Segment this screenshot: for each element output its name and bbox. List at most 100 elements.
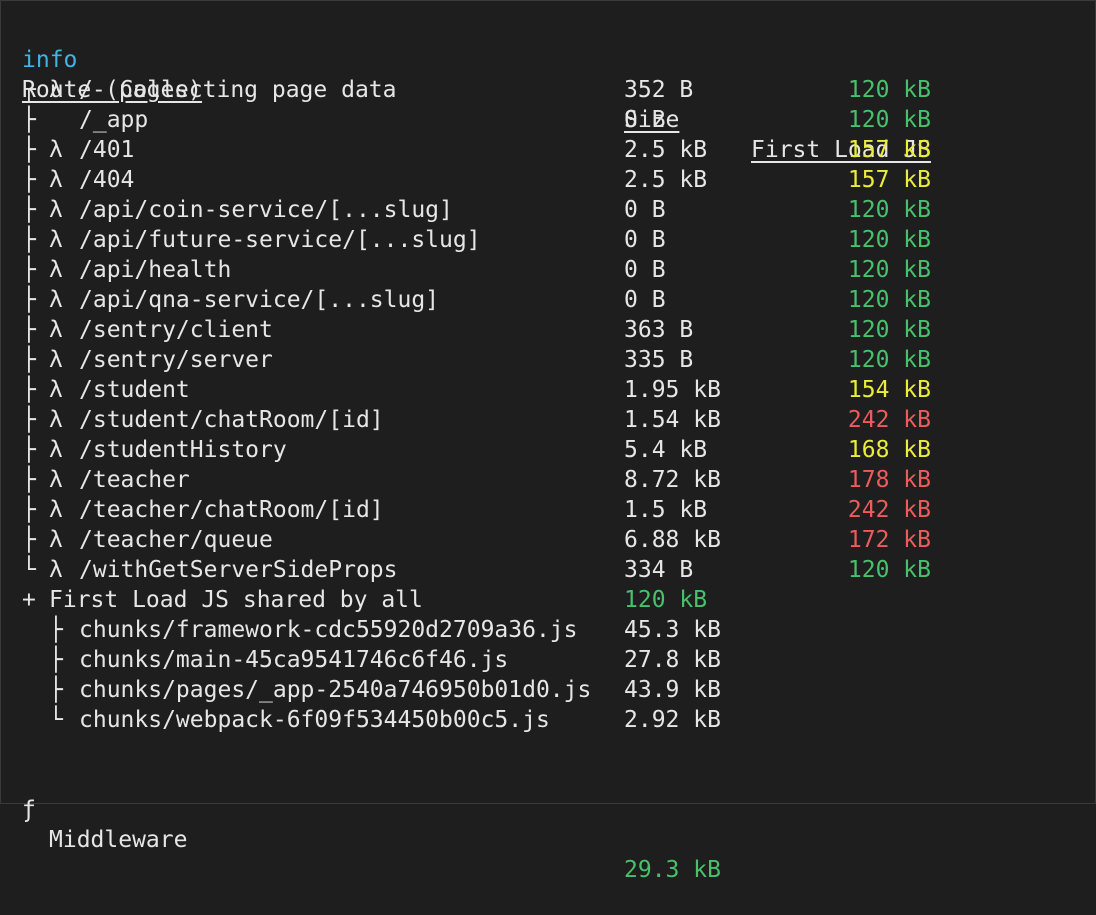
route-path: /api/qna-service/[...slug] bbox=[79, 287, 440, 313]
route-path: /sentry/server bbox=[79, 347, 273, 373]
status-line: info - Collecting page data bbox=[1, 15, 1096, 103]
chunk-row: ├ chunks/pages/_app-2540a746950b01d0.js 43… bbox=[1, 675, 1096, 705]
route-path: /api/coin-service/[...slug] bbox=[79, 197, 453, 223]
route-path: /teacher/chatRoom/[id] bbox=[79, 497, 384, 523]
tree-branch: └ bbox=[49, 707, 63, 733]
route-first-load: 242 kB bbox=[847, 497, 931, 523]
lambda-icon: λ bbox=[49, 197, 63, 223]
tree-branch: ├ bbox=[22, 287, 36, 313]
plus-icon: + bbox=[22, 587, 36, 613]
route-first-load: 242 kB bbox=[847, 407, 931, 433]
route-size: 0 B bbox=[624, 287, 666, 313]
route-row: ├ λ/student 1.95 kB 154 kB bbox=[1, 375, 1096, 405]
route-size: 0 B bbox=[624, 227, 666, 253]
function-icon: ƒ bbox=[22, 797, 36, 823]
tree-branch: ├ bbox=[22, 437, 36, 463]
chunk-size: 43.9 kB bbox=[624, 677, 721, 703]
lambda-icon: λ bbox=[49, 557, 63, 583]
route-row: ├ λ/sentry/server 335 B 120 kB bbox=[1, 345, 1096, 375]
lambda-icon: λ bbox=[49, 467, 63, 493]
route-row: ├ λ/teacher/chatRoom/[id] 1.5 kB 242 kB bbox=[1, 495, 1096, 525]
tree-branch: ├ bbox=[22, 167, 36, 193]
lambda-icon: λ bbox=[49, 317, 63, 343]
route-row: ├ λ/studentHistory 5.4 kB 168 kB bbox=[1, 435, 1096, 465]
route-row: ├ λ/api/future-service/[...slug] 0 B 120 kB bbox=[1, 225, 1096, 255]
lambda-icon: λ bbox=[49, 497, 63, 523]
route-first-load: 154 kB bbox=[847, 377, 931, 403]
chunk-size: 45.3 kB bbox=[624, 617, 721, 643]
lambda-icon: λ bbox=[49, 407, 63, 433]
chunk-name: chunks/main-45ca9541746c6f46.js bbox=[79, 647, 509, 673]
lambda-icon: λ bbox=[49, 437, 63, 463]
route-path: /withGetServerSideProps bbox=[79, 557, 398, 583]
route-size: 5.4 kB bbox=[624, 437, 708, 463]
chunk-name: chunks/framework-cdc55920d2709a36.js bbox=[79, 617, 578, 643]
lambda-icon: λ bbox=[49, 227, 63, 253]
tree-branch: ├ bbox=[22, 227, 36, 253]
route-size: 335 B bbox=[624, 347, 694, 373]
route-row: ├ λ/api/qna-service/[...slug] 0 B 120 kB bbox=[1, 285, 1096, 315]
route-path: /api/future-service/[...slug] bbox=[79, 227, 481, 253]
route-path: /studentHistory bbox=[79, 437, 287, 463]
tree-branch: ├ bbox=[22, 347, 36, 373]
lambda-icon: λ bbox=[49, 167, 63, 193]
route-first-load: 172 kB bbox=[847, 527, 931, 553]
route-first-load: 120 kB bbox=[847, 317, 931, 343]
tree-branch: ├ bbox=[22, 107, 36, 133]
tree-branch: ├ bbox=[22, 527, 36, 553]
middleware-line: ƒ Middleware 29.3 kB bbox=[1, 765, 1096, 883]
column-headers: Route (pages) Size First Load JS bbox=[1, 45, 1096, 163]
route-row: ┌ λ / 352 B 120 kB bbox=[1, 75, 1096, 105]
chunk-name: chunks/pages/_app-2540a746950b01d0.js bbox=[79, 677, 592, 703]
tree-branch: ├ bbox=[22, 377, 36, 403]
lambda-icon: λ bbox=[49, 287, 63, 313]
route-row: ├ λ/api/coin-service/[...slug] 0 B 120 kB bbox=[1, 195, 1096, 225]
route-path: /404 bbox=[79, 167, 135, 193]
shared-header-row: + First Load JS shared by all 120 kB bbox=[1, 585, 1096, 615]
tree-branch: ├ bbox=[22, 317, 36, 343]
chunk-size: 2.92 kB bbox=[624, 707, 721, 733]
route-size: 334 B bbox=[624, 557, 694, 583]
tree-branch: ├ bbox=[22, 497, 36, 523]
route-row: ├ λ/sentry/client 363 B 120 kB bbox=[1, 315, 1096, 345]
chunk-row: └ chunks/webpack-6f09f534450b00c5.js 2.92 … bbox=[1, 705, 1096, 735]
route-row: ├ λ/student/chatRoom/[id] 1.54 kB 242 kB bbox=[1, 405, 1096, 435]
route-row: ├ λ/api/health 0 B 120 kB bbox=[1, 255, 1096, 285]
route-size: 2.5 kB bbox=[624, 167, 708, 193]
route-size: 2.5 kB bbox=[624, 137, 708, 163]
route-size: 0 B bbox=[624, 197, 666, 223]
tree-branch: └ bbox=[22, 557, 36, 583]
tree-branch: ├ bbox=[49, 677, 63, 703]
route-first-load: 120 kB bbox=[847, 107, 931, 133]
route-first-load: 120 kB bbox=[847, 227, 931, 253]
route-path: /student/chatRoom/[id] bbox=[79, 407, 384, 433]
shared-size: 120 kB bbox=[624, 587, 708, 613]
tree-branch: ├ bbox=[22, 467, 36, 493]
chunk-size: 27.8 kB bbox=[624, 647, 721, 673]
route-first-load: 168 kB bbox=[847, 437, 931, 463]
lambda-icon: λ bbox=[49, 257, 63, 283]
route-size: 0 B bbox=[624, 107, 666, 133]
route-row: ├ /_app 0 B 120 kB bbox=[1, 105, 1096, 135]
chunk-name: chunks/webpack-6f09f534450b00c5.js bbox=[79, 707, 550, 733]
route-size: 1.5 kB bbox=[624, 497, 708, 523]
lambda-icon: λ bbox=[49, 137, 63, 163]
terminal-window: info - Collecting page data Route (pages… bbox=[0, 0, 1096, 883]
route-first-load: 157 kB bbox=[847, 137, 931, 163]
route-first-load: 120 kB bbox=[847, 557, 931, 583]
tree-branch: ├ bbox=[22, 257, 36, 283]
route-path: /401 bbox=[79, 137, 135, 163]
chunk-row: ├ chunks/main-45ca9541746c6f46.js 27.8 kB bbox=[1, 645, 1096, 675]
route-first-load: 120 kB bbox=[847, 257, 931, 283]
route-size: 6.88 kB bbox=[624, 527, 721, 553]
tree-branch: ├ bbox=[49, 617, 63, 643]
chunk-row: ├ chunks/framework-cdc55920d2709a36.js 45.… bbox=[1, 615, 1096, 645]
route-first-load: 120 kB bbox=[847, 287, 931, 313]
route-path: /student bbox=[79, 377, 190, 403]
middleware-label: Middleware bbox=[49, 827, 188, 853]
middleware-size: 29.3 kB bbox=[624, 857, 721, 883]
route-row: ├ λ/404 2.5 kB 157 kB bbox=[1, 165, 1096, 195]
tree-branch: ┌ bbox=[22, 77, 36, 103]
route-path: / bbox=[79, 77, 93, 103]
tree-branch: ├ bbox=[22, 407, 36, 433]
